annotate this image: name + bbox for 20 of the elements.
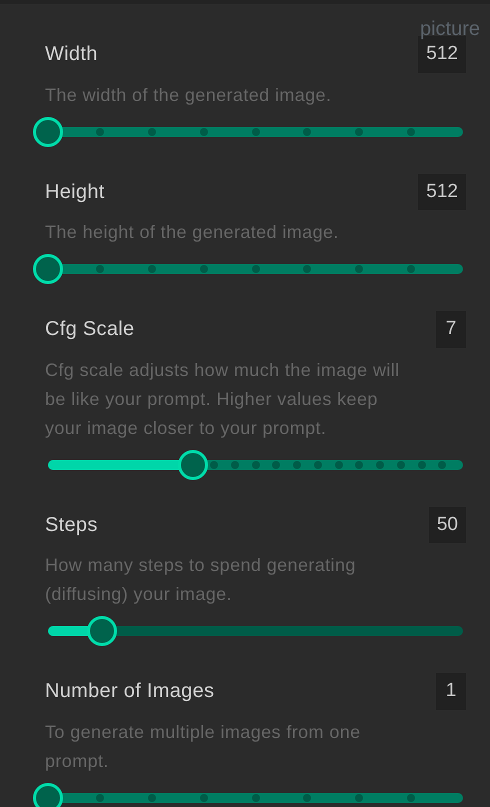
setting-title: Cfg Scale	[45, 317, 134, 342]
slider-thumb[interactable]	[178, 450, 208, 480]
value-display: 50	[428, 506, 466, 543]
setting-description: Cfg scale adjusts how much the image will be like your prompt. Higher values keep your image closer to your prompt.	[45, 358, 401, 440]
setting-description: To generate multiple images from one prompt.	[45, 720, 362, 773]
setting-title: Width	[45, 42, 98, 68]
value-display: 1	[436, 673, 466, 710]
setting-description: The width of the generated image.	[45, 84, 332, 107]
slider-thumb[interactable]	[86, 616, 117, 646]
setting-description: The height of the generated image.	[45, 221, 340, 244]
slider-thumb[interactable]	[33, 254, 63, 284]
setting-title: Number of Images	[45, 679, 214, 704]
setting-title: Steps	[45, 512, 98, 538]
setting-title: Height	[45, 180, 105, 205]
setting-description: How many steps to spend generating (diffusing) your image.	[45, 554, 357, 606]
slider-thumb[interactable]	[33, 116, 63, 146]
value-display: 512	[418, 174, 466, 210]
slider-thumb[interactable]	[33, 782, 63, 807]
value-display: 512	[418, 36, 466, 72]
value-display: 7	[436, 311, 466, 348]
